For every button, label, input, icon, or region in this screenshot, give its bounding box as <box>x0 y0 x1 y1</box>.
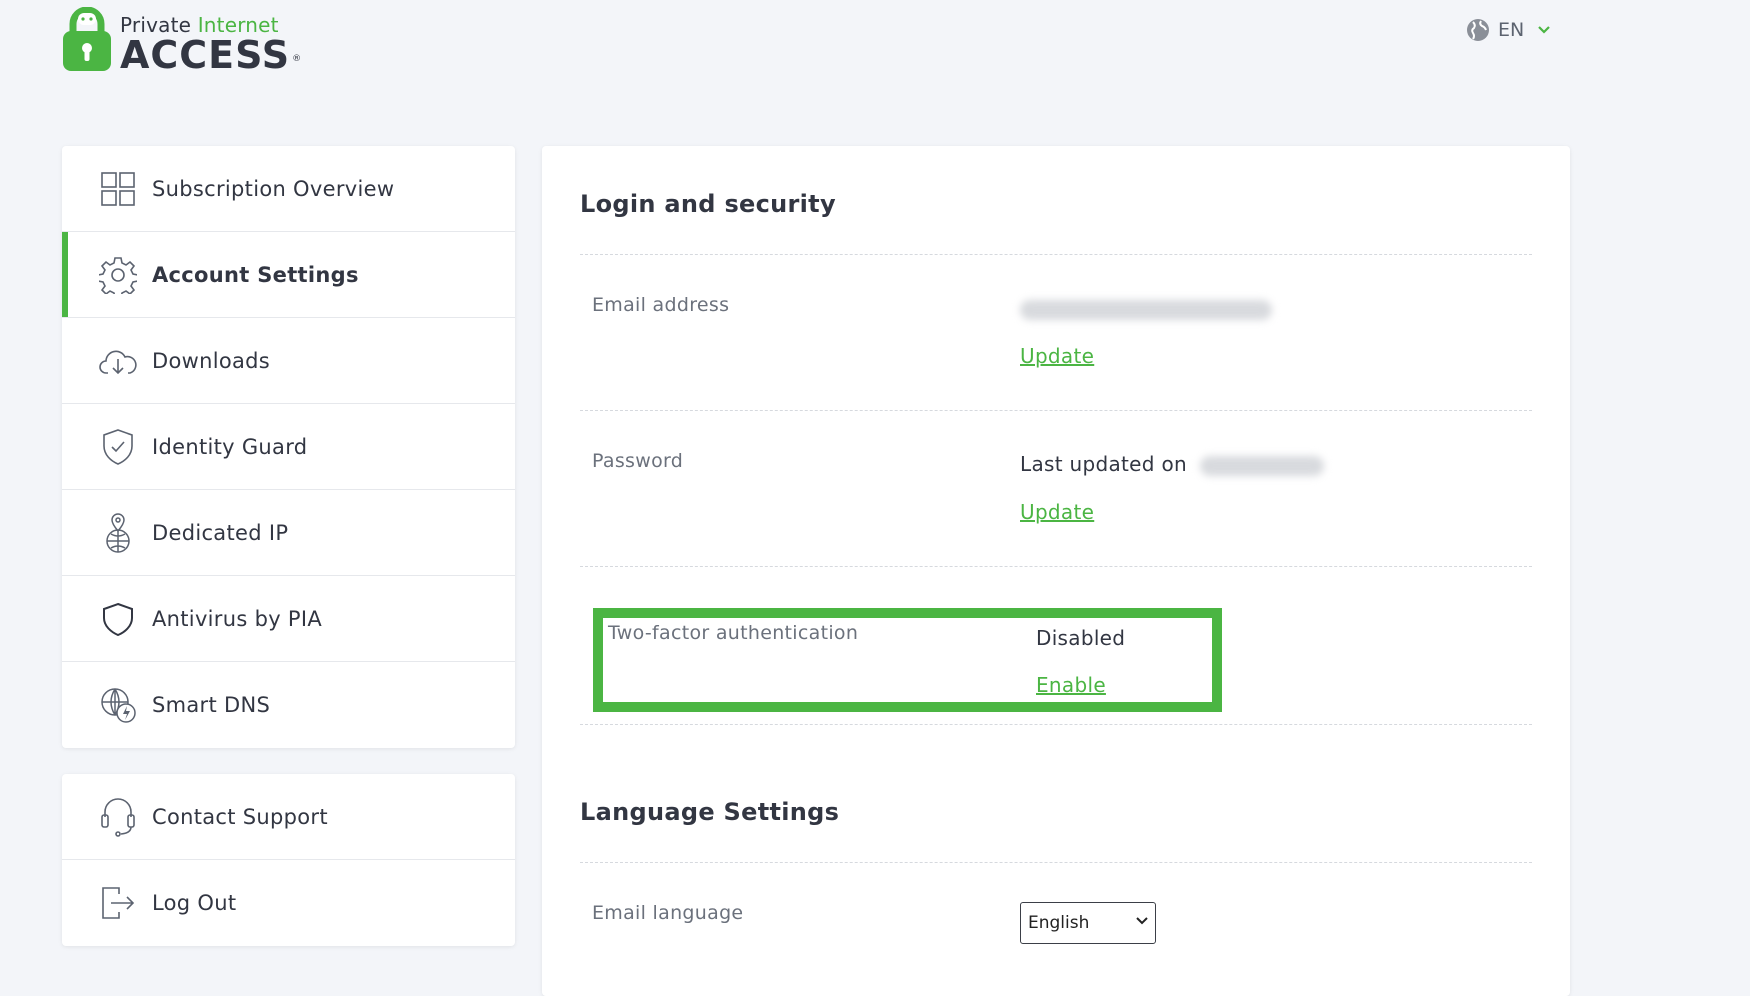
sidebar-item-label: Antivirus by PIA <box>152 606 323 631</box>
email-value <box>1020 296 1272 320</box>
sidebar: Subscription Overview Account Settings D… <box>62 146 515 946</box>
date-redacted <box>1199 455 1324 476</box>
password-last-updated: Last updated on <box>1020 452 1324 476</box>
lock-logo-icon <box>63 7 111 71</box>
sidebar-nav: Subscription Overview Account Settings D… <box>62 146 515 748</box>
gear-icon <box>98 255 138 295</box>
email-update-link[interactable]: Update <box>1020 344 1094 368</box>
main-panel: Login and security Email address Update … <box>542 146 1570 996</box>
sidebar-item-label: Smart DNS <box>152 693 271 717</box>
email-language-label: Email language <box>592 902 744 924</box>
email-label: Email address <box>592 294 730 316</box>
chevron-down-icon <box>1136 917 1148 925</box>
email-language-select[interactable]: English <box>1020 902 1156 944</box>
divider <box>580 410 1532 411</box>
shield-icon <box>98 599 138 639</box>
sidebar-item-contact-support[interactable]: Contact Support <box>62 774 515 860</box>
sidebar-item-identity-guard[interactable]: Identity Guard <box>62 404 515 490</box>
sidebar-item-label: Contact Support <box>152 804 328 829</box>
email-redacted <box>1020 299 1272 320</box>
password-label: Password <box>592 450 684 472</box>
sidebar-item-downloads[interactable]: Downloads <box>62 318 515 404</box>
globe-bolt-icon <box>98 685 138 725</box>
cloud-download-icon <box>98 341 138 381</box>
sidebar-item-subscription-overview[interactable]: Subscription Overview <box>62 146 515 232</box>
sidebar-item-label: Account Settings <box>152 262 359 287</box>
globe-pin-icon <box>98 512 138 553</box>
divider <box>580 566 1532 567</box>
logout-icon <box>98 883 138 923</box>
divider <box>580 254 1532 255</box>
shield-check-icon <box>98 427 138 467</box>
header: Private Internet ACCESS ® EN <box>0 0 1750 100</box>
language-switcher[interactable]: EN <box>1466 18 1550 42</box>
section-title-language-settings: Language Settings <box>580 798 840 826</box>
headset-icon <box>98 797 138 837</box>
sidebar-item-label: Dedicated IP <box>152 520 289 545</box>
logo-wordmark-bottom: ACCESS ® <box>120 33 303 77</box>
sidebar-item-label: Identity Guard <box>152 434 308 459</box>
grid-icon <box>98 169 138 209</box>
language-code: EN <box>1498 19 1525 41</box>
sidebar-secondary: Contact Support Log Out <box>62 774 515 946</box>
divider <box>580 862 1532 863</box>
sidebar-item-account-settings[interactable]: Account Settings <box>62 232 515 318</box>
sidebar-item-antivirus[interactable]: Antivirus by PIA <box>62 576 515 662</box>
two-factor-status: Disabled <box>1036 626 1126 650</box>
two-factor-label: Two-factor authentication <box>608 622 859 644</box>
two-factor-enable-link[interactable]: Enable <box>1036 673 1106 697</box>
divider <box>580 724 1532 725</box>
sidebar-item-smart-dns[interactable]: Smart DNS <box>62 662 515 748</box>
chevron-down-icon <box>1538 26 1550 34</box>
sidebar-item-log-out[interactable]: Log Out <box>62 860 515 946</box>
section-title-login-security: Login and security <box>580 190 836 218</box>
sidebar-item-label: Log Out <box>152 891 237 915</box>
sidebar-item-label: Subscription Overview <box>152 176 395 201</box>
pia-logo[interactable]: Private Internet ACCESS ® <box>62 7 303 77</box>
sidebar-item-label: Downloads <box>152 348 271 373</box>
password-update-link[interactable]: Update <box>1020 500 1094 524</box>
sidebar-item-dedicated-ip[interactable]: Dedicated IP <box>62 490 515 576</box>
globe-icon <box>1467 19 1489 41</box>
email-language-selected: English <box>1028 913 1090 933</box>
